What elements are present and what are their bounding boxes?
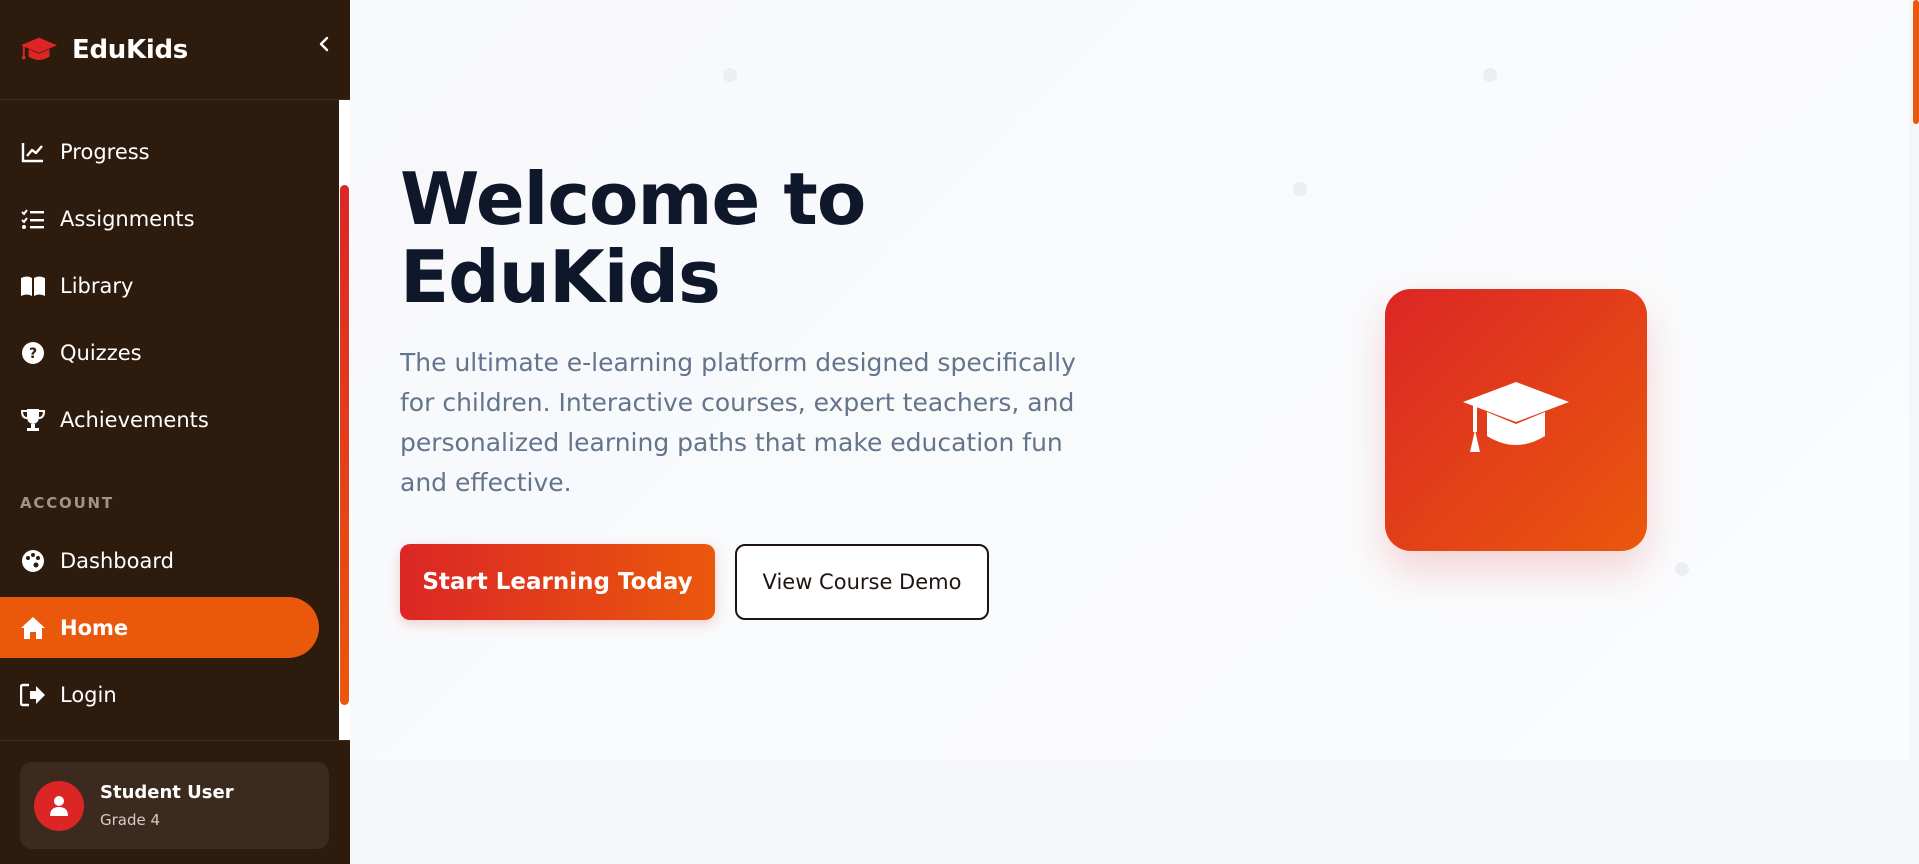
sidebar-item-label: Assignments xyxy=(60,206,195,231)
graduation-cap-icon xyxy=(20,37,58,60)
view-course-demo-button[interactable]: View Course Demo xyxy=(735,544,989,620)
page-title-line-1: Welcome to xyxy=(400,157,866,241)
avatar xyxy=(34,780,84,831)
decorative-dot xyxy=(723,68,737,82)
sidebar-item-assignments[interactable]: Assignments xyxy=(0,188,319,249)
hero-description: The ultimate e-learning platform designe… xyxy=(400,348,1076,497)
chevron-left-icon xyxy=(319,36,329,52)
sidebar-item-quizzes[interactable]: ? Quizzes xyxy=(0,322,319,383)
sidebar-item-label: Home xyxy=(60,615,129,640)
hero-section: Welcome to EduKids The ultimate e-learni… xyxy=(350,0,1909,760)
start-learning-button[interactable]: Start Learning Today xyxy=(400,544,715,620)
page-title-line-2: EduKids xyxy=(400,235,721,319)
sign-in-icon xyxy=(20,682,46,708)
sidebar: EduKids Progress Assignments Library ? Q… xyxy=(0,0,350,864)
brand[interactable]: EduKids xyxy=(0,0,350,100)
sidebar-item-label: Progress xyxy=(60,139,150,164)
list-check-icon xyxy=(20,206,46,232)
sidebar-item-achievements[interactable]: Achievements xyxy=(0,389,319,450)
sidebar-item-library[interactable]: Library xyxy=(0,255,319,316)
decorative-dot xyxy=(1293,182,1307,196)
trophy-icon xyxy=(20,407,46,433)
sidebar-item-label: Achievements xyxy=(60,407,209,432)
sidebar-scrollbar-thumb[interactable] xyxy=(340,185,349,705)
main-scrollbar-thumb[interactable] xyxy=(1913,0,1919,124)
user-grade: Grade 4 xyxy=(100,811,161,829)
sidebar-nav: Progress Assignments Library ? Quizzes A… xyxy=(0,100,340,740)
sidebar-item-label: Dashboard xyxy=(60,548,174,573)
sidebar-item-label: Login xyxy=(60,682,117,707)
sidebar-item-home[interactable]: Home xyxy=(0,597,319,658)
sidebar-item-login[interactable]: Login xyxy=(0,664,319,725)
user-icon xyxy=(50,795,68,816)
sidebar-item-dashboard[interactable]: Dashboard xyxy=(0,530,319,591)
question-circle-icon: ? xyxy=(20,340,46,366)
sidebar-item-progress[interactable]: Progress xyxy=(0,121,319,182)
user-profile-card[interactable]: Student User Grade 4 xyxy=(20,762,329,849)
decorative-dot xyxy=(1483,68,1497,82)
user-name: Student User xyxy=(100,782,234,803)
book-open-icon xyxy=(20,273,46,299)
divider xyxy=(0,740,350,741)
sidebar-item-label: Library xyxy=(60,273,134,298)
decorative-dot xyxy=(1675,562,1689,576)
page-title: Welcome to EduKids xyxy=(400,160,1000,316)
chart-line-icon xyxy=(20,139,46,165)
main-content: Welcome to EduKids The ultimate e-learni… xyxy=(350,0,1919,864)
sidebar-item-label: Quizzes xyxy=(60,340,142,365)
svg-text:?: ? xyxy=(29,346,37,362)
palette-icon xyxy=(20,548,46,574)
home-icon xyxy=(20,615,46,641)
collapse-sidebar-button[interactable] xyxy=(312,30,336,58)
hero-graphic-card xyxy=(1385,289,1647,551)
graduation-cap-icon xyxy=(1463,382,1569,452)
section-label-account: ACCOUNT xyxy=(20,494,114,512)
brand-name: EduKids xyxy=(72,34,188,65)
